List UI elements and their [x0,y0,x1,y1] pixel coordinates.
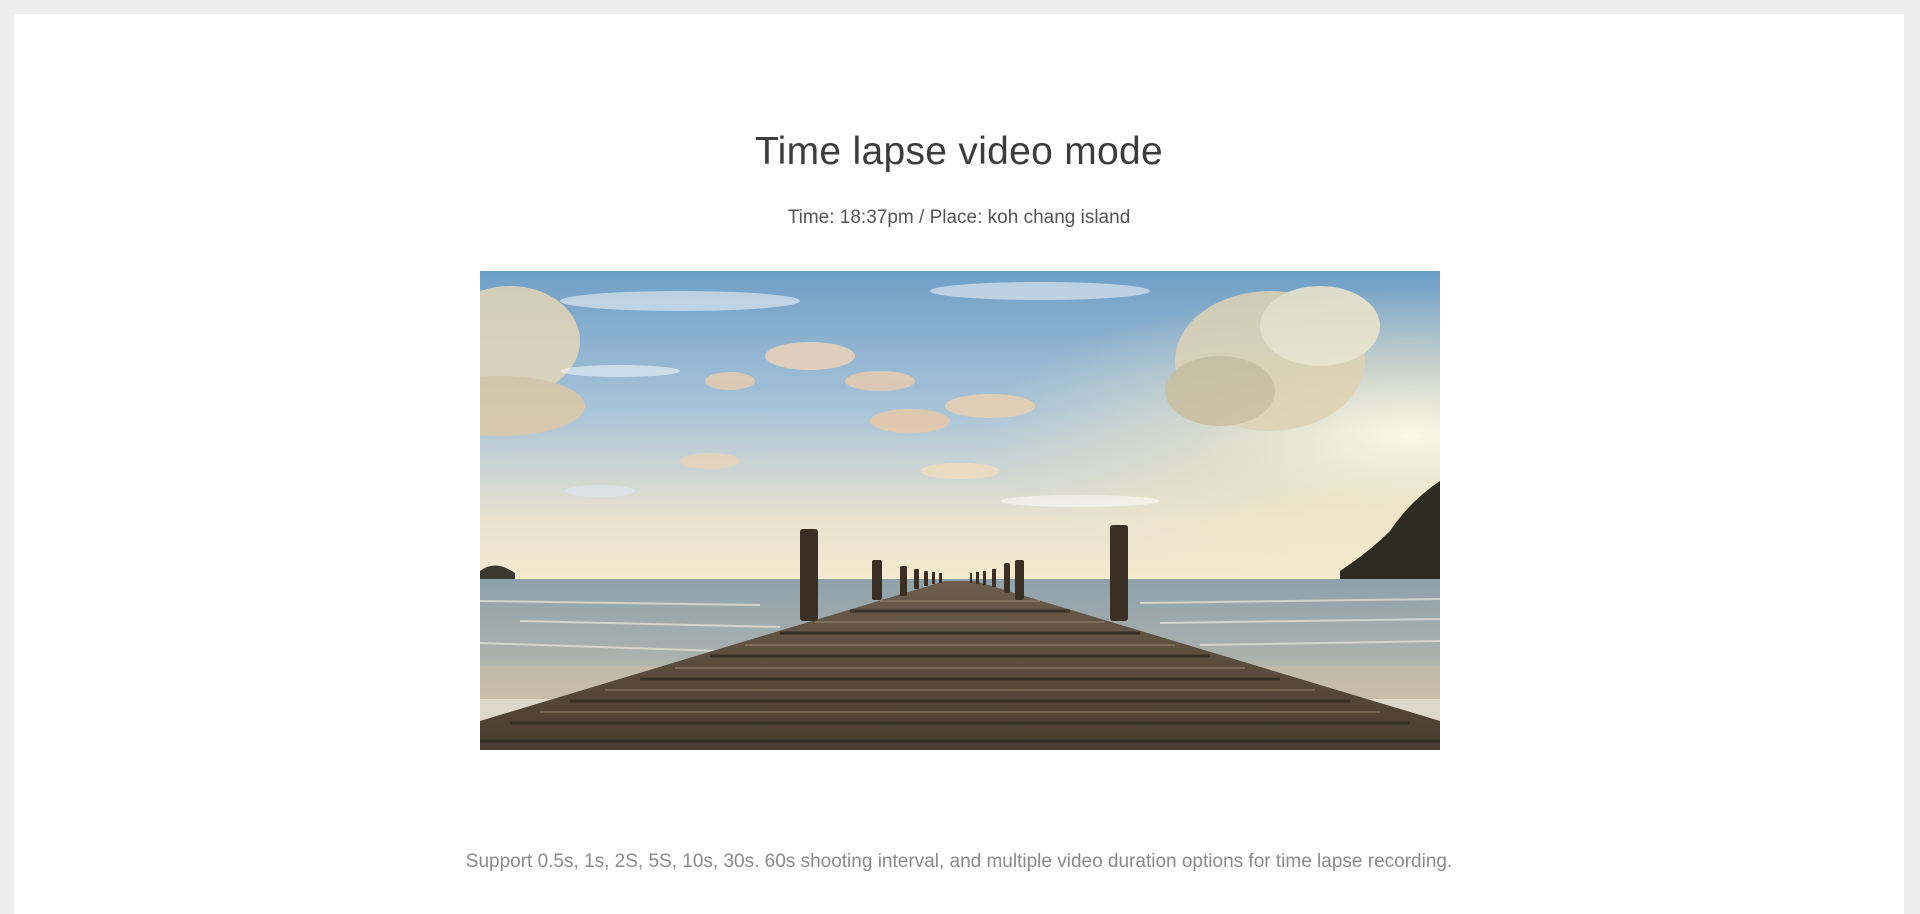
top-margin-strip [0,0,1920,14]
content-panel: Time lapse video mode Time: 18:37pm / Pl… [14,14,1904,914]
pier-photo [480,271,1440,750]
section-description: Support 0.5s, 1s, 2S, 5S, 10s, 30s. 60s … [465,851,1453,872]
section-title: Time lapse video mode [754,130,1164,173]
section-subtitle: Time: 18:37pm / Place: koh chang island [787,207,1131,228]
